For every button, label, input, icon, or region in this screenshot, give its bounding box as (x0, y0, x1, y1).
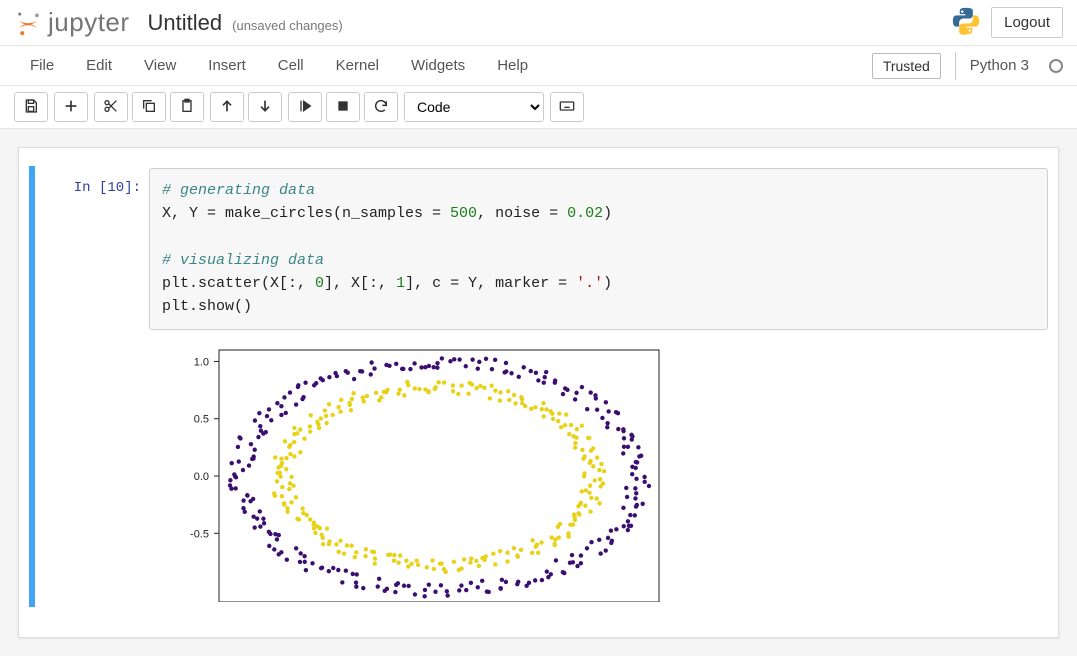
keyboard-icon (559, 98, 575, 117)
jupyter-logo-icon (14, 9, 42, 37)
scissors-icon (103, 98, 119, 117)
menu-edit[interactable]: Edit (70, 47, 128, 84)
menu-help[interactable]: Help (481, 47, 544, 84)
cut-button[interactable] (94, 92, 128, 122)
command-palette-button[interactable] (550, 92, 584, 122)
jupyter-logo[interactable]: jupyter (14, 7, 130, 38)
paste-button[interactable] (170, 92, 204, 122)
svg-text:0.5: 0.5 (194, 413, 209, 425)
save-status: (unsaved changes) (232, 18, 343, 33)
move-up-button[interactable] (210, 92, 244, 122)
menubar-row: File Edit View Insert Cell Kernel Widget… (0, 46, 1077, 86)
kernel-indicator-icon (1049, 59, 1063, 73)
arrow-down-icon (257, 98, 273, 117)
menu-view[interactable]: View (128, 47, 192, 84)
add-cell-button[interactable] (54, 92, 88, 122)
header: jupyter Untitled (unsaved changes) Logou… (0, 0, 1077, 46)
menu-file[interactable]: File (14, 47, 70, 84)
divider (955, 52, 956, 80)
svg-text:-0.5: -0.5 (190, 528, 209, 540)
trusted-button[interactable]: Trusted (872, 53, 941, 79)
menu-kernel[interactable]: Kernel (320, 47, 395, 84)
code-cell[interactable]: In [10]: # generating data X, Y = make_c… (29, 166, 1048, 607)
notebook-panel: In [10]: # generating data X, Y = make_c… (18, 147, 1059, 638)
save-icon (23, 98, 39, 117)
run-button[interactable] (288, 92, 322, 122)
restart-button[interactable] (364, 92, 398, 122)
cell-output: -0.5 0.0 0.5 1.0 (149, 338, 1048, 605)
paste-icon (179, 98, 195, 117)
menu-insert[interactable]: Insert (192, 47, 262, 84)
menubar: File Edit View Insert Cell Kernel Widget… (14, 47, 544, 84)
toolbar: Code (0, 86, 1077, 129)
copy-icon (141, 98, 157, 117)
cell-body: # generating data X, Y = make_circles(n_… (149, 168, 1048, 605)
menu-cell[interactable]: Cell (262, 47, 320, 84)
celltype-select[interactable]: Code (404, 92, 544, 122)
notebook-container: In [10]: # generating data X, Y = make_c… (0, 129, 1077, 656)
refresh-icon (373, 98, 389, 117)
menu-widgets[interactable]: Widgets (395, 47, 481, 84)
code-input[interactable]: # generating data X, Y = make_circles(n_… (149, 168, 1048, 330)
arrow-up-icon (219, 98, 235, 117)
logout-button[interactable]: Logout (991, 7, 1063, 38)
run-icon (297, 98, 313, 117)
jupyter-logo-text: jupyter (48, 7, 130, 38)
kernel-name[interactable]: Python 3 (970, 57, 1029, 74)
scatter-plot: -0.5 0.0 0.5 1.0 (149, 342, 669, 602)
notebook-title[interactable]: Untitled (148, 10, 223, 36)
svg-text:0.0: 0.0 (194, 471, 209, 483)
python-icon (951, 6, 981, 39)
stop-icon (335, 98, 351, 117)
cell-prompt: In [10]: (39, 168, 149, 605)
notebook-title-wrap: Untitled (unsaved changes) (148, 10, 343, 36)
move-down-button[interactable] (248, 92, 282, 122)
interrupt-button[interactable] (326, 92, 360, 122)
plus-icon (63, 98, 79, 117)
svg-text:1.0: 1.0 (194, 356, 209, 368)
save-button[interactable] (14, 92, 48, 122)
copy-button[interactable] (132, 92, 166, 122)
